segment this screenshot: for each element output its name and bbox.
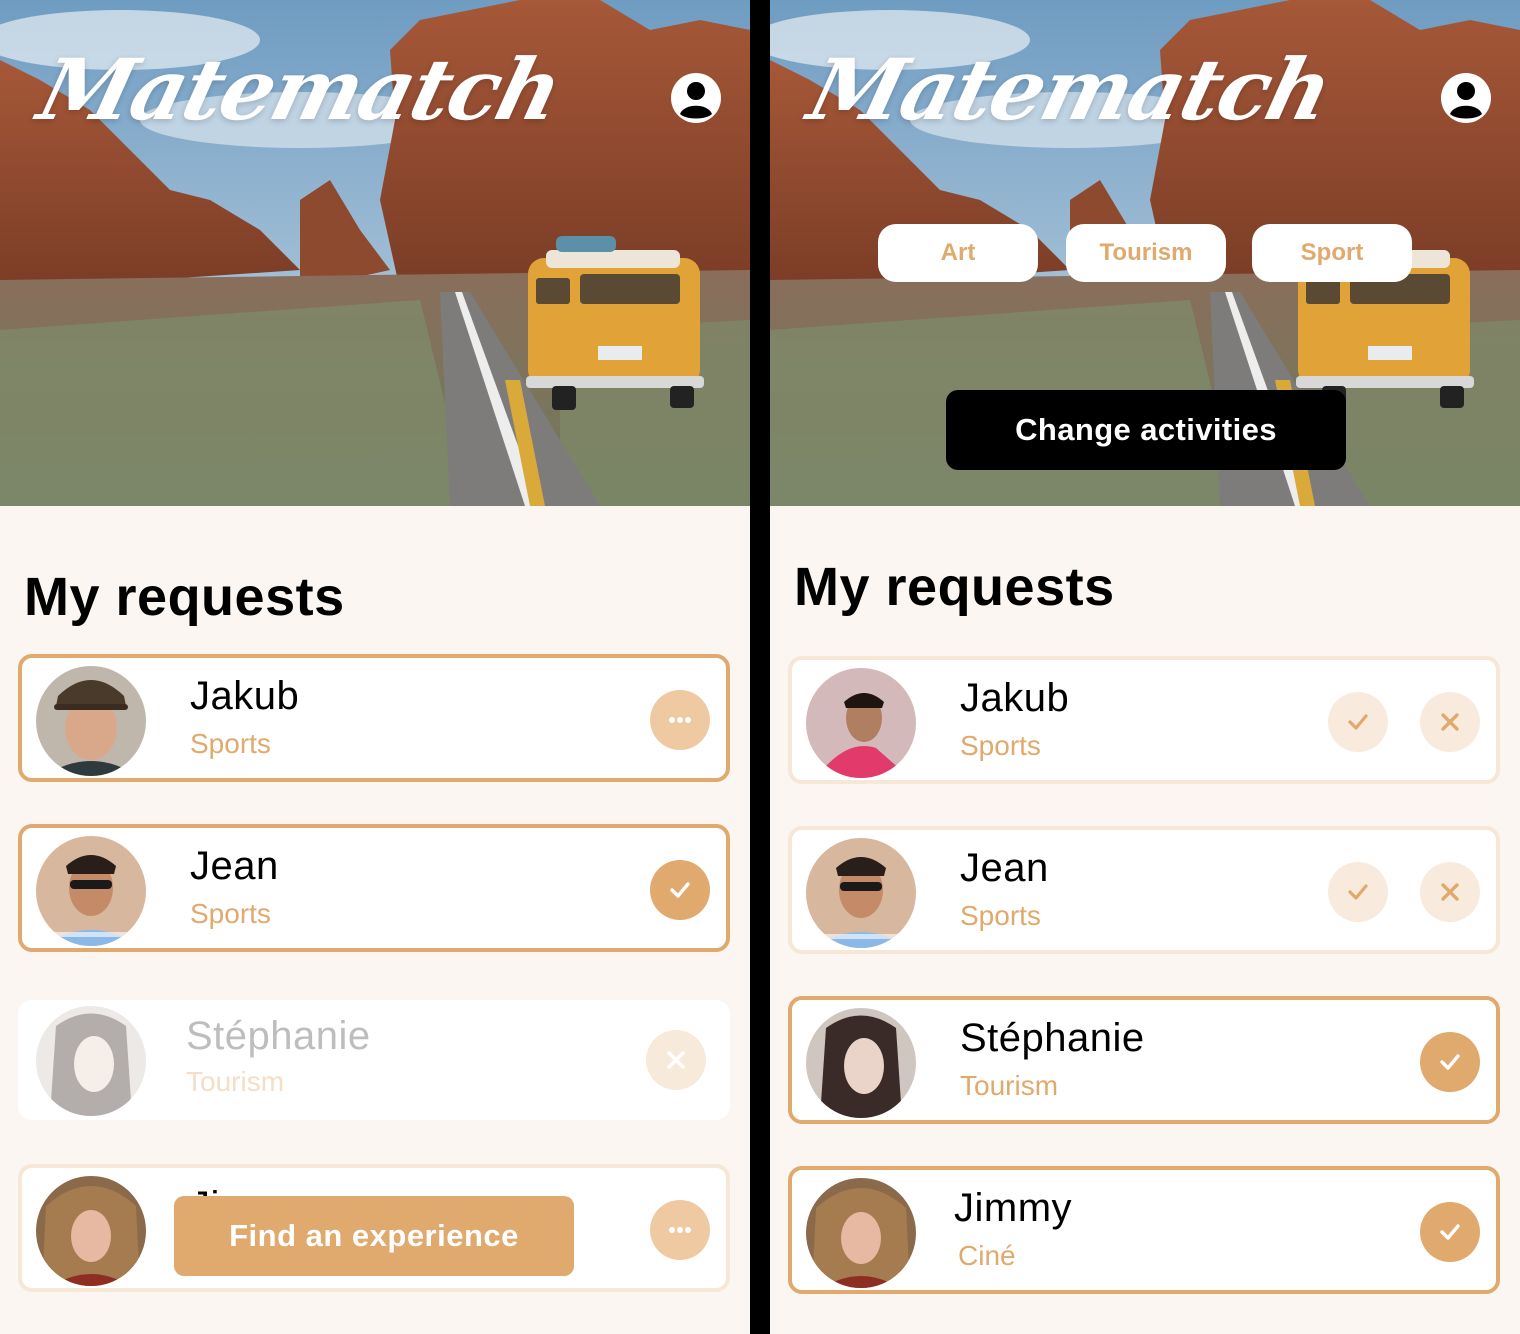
activity-pill-sport[interactable]: Sport (1252, 224, 1412, 282)
check-icon (1348, 714, 1368, 730)
request-name: Jean (960, 846, 1049, 890)
accepted-button[interactable] (650, 860, 710, 920)
request-activity: Ciné (958, 1240, 1016, 1271)
request-name: Jimmy (954, 1186, 1073, 1230)
screen-requests: Matematch My requests Jakub Sports Jean … (0, 0, 750, 1334)
request-name: Jakub (960, 676, 1070, 720)
check-icon (670, 882, 690, 898)
profile-icon[interactable] (670, 72, 722, 124)
avatar (806, 838, 916, 948)
request-activity: Sports (960, 900, 1041, 931)
decline-button[interactable] (1420, 692, 1480, 752)
request-activity: Sports (190, 898, 271, 929)
accepted-button[interactable] (1420, 1032, 1480, 1092)
avatar (36, 666, 146, 776)
request-card[interactable]: Jean Sports (18, 824, 730, 952)
request-card[interactable]: Stéphanie Tourism (788, 996, 1500, 1124)
accepted-button[interactable] (1420, 1202, 1480, 1262)
decline-button[interactable] (1420, 862, 1480, 922)
check-icon (1348, 884, 1368, 900)
app-logo: Matematch (799, 40, 1341, 139)
profile-icon[interactable] (1440, 72, 1492, 124)
request-card[interactable]: Jakub Sports (18, 654, 730, 782)
more-icon (669, 1227, 691, 1233)
more-button[interactable] (650, 690, 710, 750)
request-activity: Sports (190, 728, 271, 759)
close-icon (1441, 883, 1459, 901)
declined-button[interactable] (646, 1030, 706, 1090)
request-activity: Sports (960, 730, 1041, 761)
page-title: My requests (794, 557, 1115, 617)
page-title: My requests (24, 567, 345, 627)
avatar (36, 836, 146, 946)
request-card[interactable]: Jean Sports (788, 826, 1500, 954)
check-icon (1440, 1054, 1460, 1070)
request-card[interactable]: Stéphanie Tourism (18, 1000, 730, 1120)
request-card[interactable]: Jimmy Ciné (788, 1166, 1500, 1294)
request-activity: Tourism (960, 1070, 1059, 1101)
request-name: Jakub (190, 674, 300, 718)
avatar (36, 1006, 146, 1116)
request-card[interactable]: Jakub Sports (788, 656, 1500, 784)
request-name: Jean (190, 844, 279, 888)
avatar (806, 668, 916, 778)
request-activity: Tourism (186, 1066, 285, 1097)
check-icon (1440, 1224, 1460, 1240)
screen-requests-filter: Matematch Art Tourism Sport Change activ… (770, 0, 1520, 1334)
more-button[interactable] (650, 1200, 710, 1260)
close-icon (667, 1051, 685, 1069)
accept-button[interactable] (1328, 692, 1388, 752)
activity-pill-tourism[interactable]: Tourism (1066, 224, 1226, 282)
avatar (36, 1176, 146, 1286)
more-icon (669, 717, 691, 723)
avatar (806, 1178, 916, 1288)
find-experience-button[interactable]: Find an experience (174, 1196, 574, 1276)
activity-pill-art[interactable]: Art (878, 224, 1038, 282)
close-icon (1441, 713, 1459, 731)
request-name: Stéphanie (186, 1014, 371, 1058)
app-logo: Matematch (29, 40, 571, 139)
accept-button[interactable] (1328, 862, 1388, 922)
change-activities-button[interactable]: Change activities (946, 390, 1346, 470)
request-name: Stéphanie (960, 1016, 1145, 1060)
avatar (806, 1008, 916, 1118)
